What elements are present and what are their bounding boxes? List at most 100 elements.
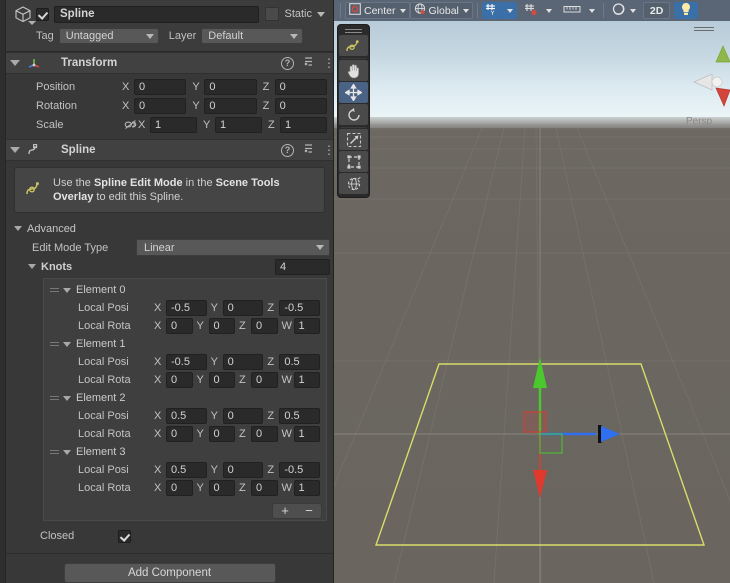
knot-0-rot-y[interactable]: 0 [208,318,235,334]
gameobject-icon-caret[interactable] [28,21,36,25]
knot-3-pos-z[interactable]: -0.5 [279,462,321,478]
help-icon[interactable]: ? [281,143,294,157]
knot-2-pos-y[interactable]: 0 [222,408,264,424]
position-y-field[interactable]: 0 [204,78,257,95]
knot-0-pos-z[interactable]: -0.5 [279,300,321,316]
knot-1-rot-z[interactable]: 0 [251,372,278,388]
knot-3-rot-y[interactable]: 0 [208,480,235,496]
rotation-z-field[interactable]: 0 [274,97,327,114]
scale-z-field[interactable]: 1 [280,116,327,133]
knot-element-header-3[interactable]: Element 3 [50,443,320,461]
scene-tools-overlay[interactable] [337,24,370,198]
tag-dropdown[interactable]: Untagged [58,28,159,44]
knot-1-rot-x[interactable]: 0 [166,372,193,388]
remove-knot-button[interactable]: − [297,504,321,518]
drag-handle-icon[interactable] [50,394,61,402]
knot-2-rot-x[interactable]: 0 [166,426,193,442]
knot-0-pos-x[interactable]: -0.5 [166,300,207,316]
position-z-field[interactable]: 0 [274,78,327,95]
static-dropdown[interactable]: Static [284,8,327,20]
more-menu-icon[interactable]: ⋮ [323,57,333,69]
spline-component-header[interactable]: Spline ? ⋮ [6,139,333,161]
help-icon[interactable]: ? [281,56,294,70]
preset-icon[interactable] [302,142,315,158]
static-checkbox[interactable] [265,7,280,21]
edit-mode-type-dropdown[interactable]: Linear [136,239,330,256]
gameobject-enabled-checkbox[interactable] [36,7,49,21]
pivot-mode-dropdown[interactable]: Center [345,2,410,19]
scene-lighting-toggle[interactable] [674,2,699,19]
knot-2-pos-z[interactable]: 0.5 [279,408,321,424]
drag-handle-icon[interactable] [50,340,61,348]
knot-0-rot-z[interactable]: 0 [251,318,278,334]
move-tool-button[interactable] [339,82,368,103]
knot-element-header-1[interactable]: Element 1 [50,335,320,353]
add-knot-button[interactable]: + [273,504,297,518]
knot-1-rot-y[interactable]: 0 [208,372,235,388]
preset-icon[interactable] [302,55,315,71]
element-foldout-arrow[interactable] [63,341,71,347]
grid-snapping-dropdown[interactable] [541,2,556,19]
knot-3-rot-z[interactable]: 0 [251,480,278,496]
knot-3-rot-x[interactable]: 0 [166,480,193,496]
knot-0-rot-x[interactable]: 0 [166,318,193,334]
drag-handle-icon[interactable] [50,286,61,294]
transform-tool-button[interactable] [339,173,368,194]
constrain-proportions-icon[interactable] [122,119,138,130]
rotation-x-field[interactable]: 0 [134,97,187,114]
knots-foldout-arrow[interactable] [28,264,36,269]
knot-1-pos-x[interactable]: -0.5 [166,354,207,370]
2d-toggle[interactable]: 2D [642,2,671,19]
drag-handle-icon[interactable] [50,448,61,456]
element-foldout-arrow[interactable] [63,449,71,455]
closed-checkbox[interactable] [118,529,131,543]
gizmos-toggle[interactable] [608,2,639,19]
grid-axis-toggle[interactable]: Y [481,2,502,19]
knot-2-rot-y[interactable]: 0 [208,426,235,442]
knot-element-header-2[interactable]: Element 2 [50,389,320,407]
grid-snapping-toggle[interactable] [521,2,541,19]
knot-1-rot-w[interactable]: 1 [293,372,320,388]
element-foldout-arrow[interactable] [63,395,71,401]
scale-y-field[interactable]: 1 [215,116,262,133]
rotation-y-field[interactable]: 0 [204,97,257,114]
add-component-button[interactable]: Add Component [63,563,276,583]
scale-x-field[interactable]: 1 [150,116,197,133]
handle-space-dropdown[interactable]: Global [409,2,473,19]
transform-component-header[interactable]: Transform ? ⋮ [6,52,333,74]
knot-2-rot-w[interactable]: 1 [293,426,320,442]
gameobject-name-input[interactable]: Spline [54,5,260,23]
advanced-foldout-arrow[interactable] [14,226,22,231]
knot-element-header-0[interactable]: Element 0 [50,281,320,299]
grid-axis-dropdown[interactable] [501,2,517,19]
rect-tool-button[interactable] [339,151,368,172]
knot-2-rot-z[interactable]: 0 [251,426,278,442]
overlay-drag-handle[interactable] [345,27,362,35]
snap-increment-toggle[interactable] [560,2,584,19]
view-gizmo-projection-label[interactable]: Persp [686,116,712,127]
advanced-foldout[interactable]: Advanced [6,219,333,238]
transform-foldout-arrow[interactable] [10,60,20,66]
knot-3-pos-y[interactable]: 0 [222,462,264,478]
knot-1-pos-z[interactable]: 0.5 [279,354,321,370]
position-x-field[interactable]: 0 [134,78,187,95]
hand-tool-button[interactable] [339,60,368,81]
scene-view-gizmo[interactable]: Persp [686,22,730,128]
rotate-tool-button[interactable] [339,104,368,125]
knot-0-pos-y[interactable]: 0 [222,300,264,316]
spline-foldout-arrow[interactable] [10,147,20,153]
scale-tool-button[interactable] [339,129,368,150]
more-menu-icon[interactable]: ⋮ [323,144,333,156]
element-foldout-arrow[interactable] [63,287,71,293]
knots-count-field[interactable]: 4 [275,258,330,275]
layer-dropdown[interactable]: Default [201,28,304,44]
knot-0-rot-w[interactable]: 1 [293,318,320,334]
spline-tool-button[interactable] [339,35,368,56]
snap-increment-dropdown[interactable] [584,2,599,19]
knot-2-pos-x[interactable]: 0.5 [166,408,207,424]
scene-toolbar[interactable]: Center Global Y 2D [334,0,730,21]
knot-1-pos-y[interactable]: 0 [222,354,264,370]
knot-3-pos-x[interactable]: 0.5 [166,462,207,478]
knot-3-rot-w[interactable]: 1 [293,480,320,496]
scene-view[interactable]: Center Global Y 2D Persp [334,0,730,583]
